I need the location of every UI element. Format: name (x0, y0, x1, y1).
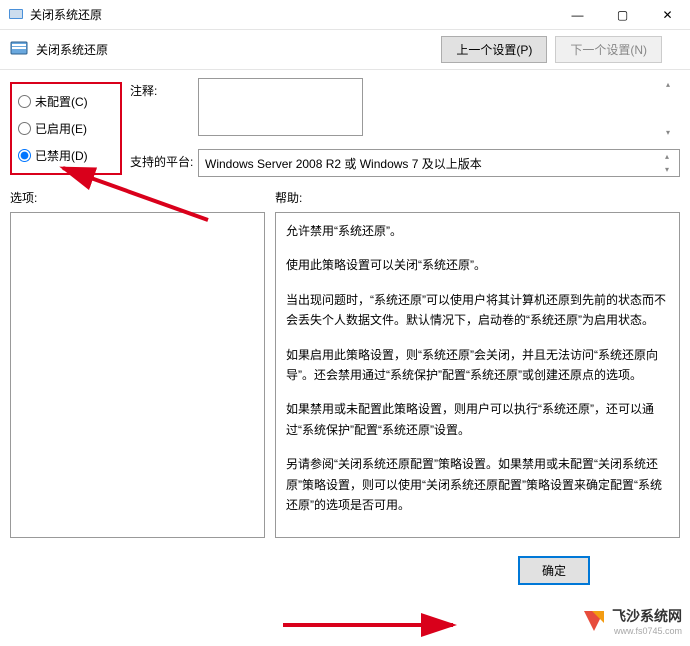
comment-input[interactable] (198, 78, 363, 136)
watermark-text: 飞沙系统网 (612, 608, 682, 624)
radio-disabled[interactable]: 已禁用(D) (18, 142, 114, 169)
window-title: 关闭系统还原 (30, 6, 555, 23)
help-box[interactable]: 允许禁用“系统还原”。 使用此策略设置可以关闭“系统还原”。 当出现问题时，“系… (275, 212, 680, 538)
scroll-indicator-icon: ▴▾ (666, 80, 678, 137)
options-label: 选项: (10, 189, 265, 206)
platform-value: Windows Server 2008 R2 或 Windows 7 及以上版本 (205, 155, 482, 172)
titlebar: 关闭系统还原 — ▢ ✕ (0, 0, 690, 30)
radio-disabled-input[interactable] (18, 149, 31, 162)
ok-button[interactable]: 确定 (518, 556, 590, 585)
help-paragraph: 使用此策略设置可以关闭“系统还原”。 (286, 255, 669, 275)
subheader-title: 关闭系统还原 (36, 41, 108, 58)
watermark-logo-icon (580, 607, 608, 635)
radio-disabled-label: 已禁用(D) (35, 147, 88, 164)
platform-value-box: Windows Server 2008 R2 或 Windows 7 及以上版本… (198, 149, 680, 177)
platform-label: 支持的平台: (130, 149, 198, 170)
annotation-arrow-icon (278, 613, 478, 646)
close-button[interactable]: ✕ (645, 0, 690, 30)
minimize-button[interactable]: — (555, 0, 600, 30)
help-paragraph: 如果启用此策略设置，则“系统还原”会关闭，并且无法访问“系统还原向导”。还会禁用… (286, 345, 669, 386)
options-box (10, 212, 265, 538)
help-paragraph: 如果禁用或未配置此策略设置，则用户可以执行“系统还原”，还可以通过“系统保护”配… (286, 399, 669, 440)
radio-enabled-label: 已启用(E) (35, 120, 87, 137)
watermark: 飞沙系统网 www.fs0745.com (576, 604, 686, 638)
comment-label: 注释: (130, 78, 198, 99)
radio-enabled-input[interactable] (18, 122, 31, 135)
bottom-bar: 确定 (0, 548, 690, 593)
radio-enabled[interactable]: 已启用(E) (18, 115, 114, 142)
radio-not-configured-label: 未配置(C) (35, 93, 88, 110)
config-radio-group: 未配置(C) 已启用(E) 已禁用(D) (10, 82, 122, 175)
radio-not-configured[interactable]: 未配置(C) (18, 88, 114, 115)
subheader: 关闭系统还原 上一个设置(P) 下一个设置(N) (0, 30, 690, 70)
app-icon (8, 7, 24, 23)
scroll-indicator-icon: ▴▾ (665, 152, 677, 174)
window-controls: — ▢ ✕ (555, 0, 690, 30)
maximize-button[interactable]: ▢ (600, 0, 645, 30)
next-setting-button[interactable]: 下一个设置(N) (555, 36, 662, 63)
prev-setting-button[interactable]: 上一个设置(P) (441, 36, 547, 63)
policy-icon (10, 41, 28, 59)
help-paragraph: 另请参阅“关闭系统还原配置”策略设置。如果禁用或未配置“关闭系统还原”策略设置，… (286, 454, 669, 515)
radio-not-configured-input[interactable] (18, 95, 31, 108)
watermark-url: www.fs0745.com (612, 626, 682, 636)
help-paragraph: 允许禁用“系统还原”。 (286, 221, 669, 241)
help-label: 帮助: (275, 189, 680, 206)
help-paragraph: 当出现问题时，“系统还原”可以使用户将其计算机还原到先前的状态而不会丢失个人数据… (286, 290, 669, 331)
